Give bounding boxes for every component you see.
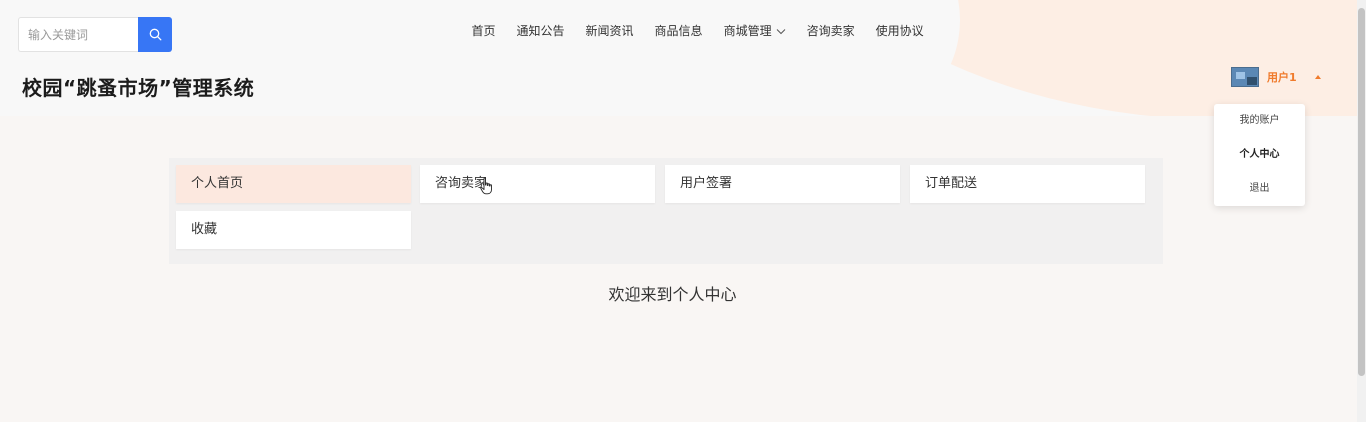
nav-news[interactable]: 新闻资讯 — [575, 22, 644, 40]
menu-my-account[interactable]: 我的账户 — [1214, 104, 1305, 138]
nav-label: 商品信息 — [654, 24, 703, 38]
search-input[interactable] — [18, 17, 138, 52]
nav-home[interactable]: 首页 — [461, 22, 506, 40]
search-button[interactable] — [138, 17, 172, 52]
tile-favorites[interactable]: 收藏 — [176, 211, 411, 249]
nav-consult-seller[interactable]: 咨询卖家 — [796, 22, 865, 40]
chevron-down-icon — [776, 28, 785, 34]
search-icon — [149, 28, 161, 41]
tile-consult-seller[interactable]: 咨询卖家 — [420, 165, 655, 203]
avatar — [1231, 67, 1259, 87]
scrollbar-thumb[interactable] — [1358, 8, 1365, 376]
hand-pointer-icon — [480, 177, 494, 199]
center-panel: 个人首页 咨询卖家 用户签署 订单配送 收藏 — [169, 158, 1163, 264]
nav-label: 咨询卖家 — [806, 24, 855, 38]
nav-label: 使用协议 — [875, 24, 924, 38]
menu-logout[interactable]: 退出 — [1214, 172, 1305, 206]
tile-user-signing[interactable]: 用户签署 — [665, 165, 900, 203]
header-decoration-curve — [780, 0, 960, 116]
main-nav: 首页 通知公告 新闻资讯 商品信息 商城管理 咨询卖家 使用协议 — [461, 22, 934, 40]
welcome-message: 欢迎来到个人中心 — [608, 285, 737, 304]
nav-notices[interactable]: 通知公告 — [506, 22, 575, 40]
search-bar — [18, 17, 172, 52]
user-dropdown: 我的账户 个人中心 退出 — [1214, 104, 1305, 206]
caret-up-icon — [1314, 75, 1321, 79]
nav-label: 通知公告 — [516, 24, 565, 38]
menu-personal-center[interactable]: 个人中心 — [1214, 138, 1305, 172]
nav-products[interactable]: 商品信息 — [644, 22, 713, 40]
user-name: 用户1 — [1267, 71, 1297, 84]
nav-agreement[interactable]: 使用协议 — [865, 22, 934, 40]
nav-label: 新闻资讯 — [585, 24, 634, 38]
nav-label: 首页 — [471, 24, 496, 38]
site-title: 校园“跳蚤市场”管理系统 — [22, 76, 255, 100]
nav-mall-management[interactable]: 商城管理 — [713, 22, 796, 40]
user-menu-toggle[interactable]: 用户1 — [1231, 67, 1321, 87]
nav-label: 商城管理 — [723, 24, 772, 38]
tile-order-delivery[interactable]: 订单配送 — [910, 165, 1145, 203]
tile-personal-home[interactable]: 个人首页 — [176, 165, 411, 203]
